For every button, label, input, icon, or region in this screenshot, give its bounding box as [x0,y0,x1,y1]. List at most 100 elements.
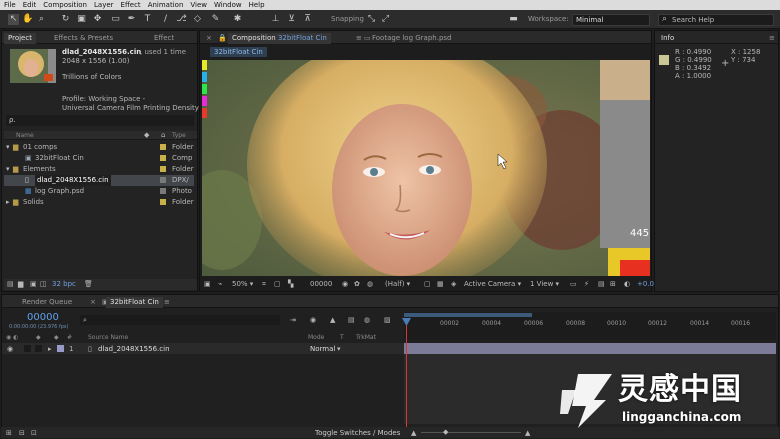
expand-triangle-icon[interactable]: ▸ [48,345,52,353]
pixel-aspect-icon[interactable]: ▭ [570,278,577,290]
tab-info[interactable]: Info [657,33,678,44]
expand-triangle-icon[interactable]: ▸ [6,197,10,208]
flowchart-icon[interactable]: ⊞ [610,278,616,290]
work-area-bar[interactable] [404,313,532,317]
new-composition-icon[interactable]: ▣ [30,280,37,288]
roto-brush-tool-icon[interactable]: ✎ [210,14,221,25]
snapping-checkbox-icon[interactable] [318,14,329,25]
project-settings-icon[interactable]: ◫ [40,280,47,288]
trash-icon[interactable]: 🗑 [84,280,93,288]
camera-tool-icon[interactable]: ▣ [76,14,87,25]
axis-world-icon[interactable]: ⊻ [286,14,297,25]
video-eye-icon[interactable]: ◉ [7,345,13,353]
tab-composition[interactable]: Composition 32bitFloat Cin [228,33,331,44]
transparency-grid-icon[interactable]: ▚ [288,278,293,290]
always-preview-icon[interactable]: ▣ [204,278,211,290]
rotate-tool-icon[interactable]: ↻ [60,14,71,25]
layer-name[interactable]: dlad_2048X1556.cin [98,345,170,353]
column-type[interactable]: Type [172,132,186,140]
column-name[interactable]: Name [16,132,34,140]
eraser-tool-icon[interactable]: ◇ [192,14,203,25]
magnification-select[interactable]: 50% ▾ [232,278,253,290]
project-item-32bitfloat-cin[interactable]: ▣ 32bitFloat Cin Comp [4,153,194,164]
current-time-display[interactable]: 00000 [310,278,332,290]
clone-stamp-tool-icon[interactable]: ⎇ [176,14,187,25]
expand-triangle-icon[interactable]: ▾ [6,142,10,153]
tag-column-icon[interactable]: ⌂ [161,131,165,139]
label-color-swatch[interactable] [160,155,166,161]
brush-tool-icon[interactable]: / [160,14,171,25]
graph-editor-icon[interactable]: ▨ [384,316,391,324]
menu-layer[interactable]: Layer [94,1,114,9]
draft-3d-icon[interactable]: ◉ [310,316,316,324]
workspace-icon[interactable]: ▬ [508,14,519,25]
layer-row[interactable]: ◉ ▸ 1 ▯ dlad_2048X1556.cin Normal ▾ [2,343,404,354]
tab-project[interactable]: Project [4,33,36,44]
comp-mini-flowchart-icon[interactable]: ⇥ [290,316,296,324]
toggle-switches-modes-button[interactable]: Toggle Switches / Modes [315,429,400,437]
column-trkmat[interactable]: TrkMat [356,333,376,342]
fast-previews-icon[interactable]: ⚡ [584,278,589,290]
viewer-comp-subtab[interactable]: 32bitFloat Cin [210,47,267,57]
tab-footage[interactable]: Footage log Graph.psd [368,33,455,44]
exposure-value[interactable]: +0.0 [637,278,654,290]
solo-toggle[interactable] [24,345,31,352]
tab-render-queue[interactable]: Render Queue [18,297,76,308]
region-of-interest-icon[interactable]: ▢ [424,278,431,290]
new-folder-icon[interactable]: ▆ [18,280,23,288]
zoom-out-icon[interactable]: ▲ [411,429,416,437]
timeline-icon[interactable]: ▤ [598,278,605,290]
project-item-elements[interactable]: ▾ ▆ Elements Folder [4,164,194,175]
reset-exposure-icon[interactable]: ◐ [624,278,630,290]
project-item-log-graph[interactable]: ▦ log Graph.psd Photo [4,186,194,197]
project-search-input[interactable]: ρ. [6,115,194,126]
tab-timeline-comp[interactable]: 32bitFloat Cin [106,297,163,308]
snapshot-icon[interactable]: ◉ [342,278,348,290]
project-item-dlad-cin[interactable]: ▯ dlad_2048X1556.cin DPX/ [4,175,194,186]
menu-edit[interactable]: Edit [23,1,37,9]
bit-depth-button[interactable]: 32 bpc [52,280,76,288]
panel-menu-icon[interactable]: ≡ [765,33,779,44]
puppet-tool-icon[interactable]: ✱ [232,14,243,25]
tab-effects-presets[interactable]: Effects & Presets [50,33,117,44]
in-out-icon[interactable]: ⊡ [31,429,37,437]
camera-view-select[interactable]: Active Camera ▾ [464,278,521,290]
menu-effect[interactable]: Effect [121,1,141,9]
axis-local-icon[interactable]: ⊥ [270,14,281,25]
layer-duration-bar[interactable] [404,343,776,354]
axis-view-icon[interactable]: ⊼ [302,14,313,25]
motion-blur-icon[interactable]: ◍ [364,316,370,324]
mask-visibility-icon[interactable]: ⌁ [218,278,222,290]
tab-menu-icon[interactable]: ≡ [160,297,174,308]
show-snapshot-icon[interactable]: ✿ [354,278,360,290]
selection-tool-icon[interactable]: ↖ [8,14,19,25]
pan-behind-tool-icon[interactable]: ✥ [92,14,103,25]
label-column-icon[interactable]: ◆ [144,131,149,139]
project-item-solids[interactable]: ▸ ▆ Solids Folder [4,197,194,208]
label-color-swatch[interactable] [160,199,166,205]
label-color-swatch[interactable] [160,188,166,194]
view-layout-select[interactable]: 1 View ▾ [530,278,559,290]
column-source-name[interactable]: Source Name [88,333,128,342]
menu-animation[interactable]: Animation [148,1,184,9]
show-channel-icon[interactable]: ◍ [367,278,373,290]
toggle-transparency-icon[interactable]: ▦ [437,278,444,290]
hand-tool-icon[interactable]: ✋ [22,14,33,25]
timeline-search-input[interactable]: ⌕ [80,315,280,325]
label-color-swatch[interactable] [160,177,166,183]
layer-label-color[interactable] [57,345,64,352]
type-tool-icon[interactable]: T [142,14,153,25]
menu-help[interactable]: Help [249,1,265,9]
snap-edges-icon[interactable]: ⤢ [380,14,391,25]
workspace-select[interactable]: Minimal [572,14,650,26]
timeline-timecode[interactable]: 00000 [27,312,59,323]
zoom-tool-icon[interactable]: ⌕ [36,14,47,25]
search-help-input[interactable]: Search Help [658,14,774,26]
current-time-indicator[interactable] [406,319,407,427]
3d-view-icon[interactable]: ◈ [451,278,456,290]
layer-switches-icon[interactable]: ⊞ [6,429,12,437]
zoom-in-icon[interactable]: ▲ [525,429,530,437]
pen-tool-icon[interactable]: ✒ [126,14,137,25]
tab-effect[interactable]: Effect [150,33,178,44]
zoom-slider-handle-icon[interactable]: ◆ [443,428,448,436]
